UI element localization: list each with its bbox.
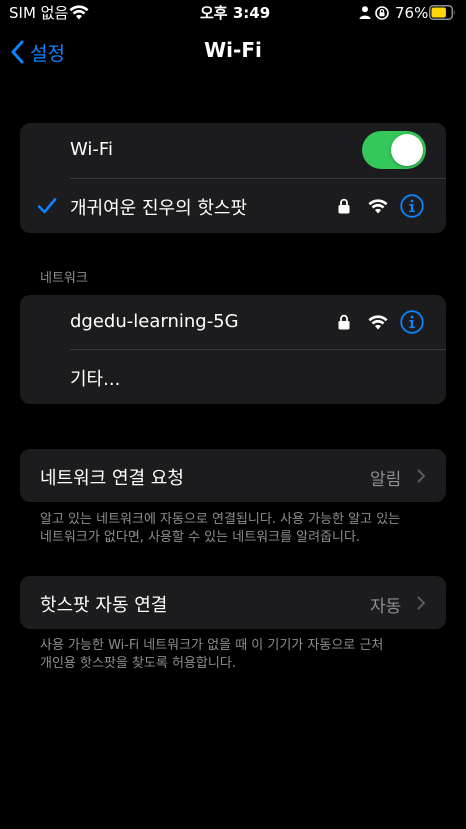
info-icon[interactable] — [400, 194, 424, 218]
orientation-lock-icon — [375, 6, 389, 20]
ask-to-join-group: 네트워크 연결 요청 알림 — [20, 449, 446, 502]
battery-percent: 76% — [395, 4, 429, 22]
auto-join-hotspot-label: 핫스팟 자동 연결 — [40, 595, 168, 616]
wifi-toggle-row: Wi-Fi — [20, 123, 446, 178]
wifi-status-icon — [69, 5, 89, 20]
auto-join-hotspot-row[interactable]: 핫스팟 자동 연결 자동 — [20, 576, 446, 629]
wifi-toggle[interactable] — [362, 131, 426, 169]
footer-line: 알고 있는 네트워크에 자동으로 연결됩니다. 사용 가능한 알고 있는 — [40, 512, 401, 527]
other-network-row[interactable]: 기타... — [20, 350, 446, 404]
ask-to-join-value: 알림 — [370, 470, 402, 490]
networks-header: 네트워크 — [40, 271, 88, 286]
lock-icon — [338, 314, 350, 330]
network-name: dgedu-learning-5G — [70, 311, 239, 332]
info-icon[interactable] — [400, 310, 424, 334]
lock-icon — [338, 198, 350, 214]
wifi-signal-icon — [368, 199, 388, 214]
ask-to-join-label: 네트워크 연결 요청 — [40, 468, 184, 489]
wifi-signal-icon — [368, 315, 388, 330]
wifi-group: Wi-Fi 개귀여운 진우의 핫스팟 — [20, 123, 446, 233]
ask-to-join-row[interactable]: 네트워크 연결 요청 알림 — [20, 449, 446, 502]
page-title: Wi-Fi — [204, 38, 262, 62]
checkmark-icon — [37, 198, 57, 214]
status-time: 오후 3:49 — [200, 4, 271, 22]
chevron-right-icon — [417, 469, 425, 483]
footer-line: 네트워크가 없다면, 사용할 수 있는 네트워크를 알려줍니다. — [40, 530, 361, 545]
ask-to-join-footer: 알고 있는 네트워크에 자동으로 연결됩니다. 사용 가능한 알고 있는 네트워… — [40, 511, 440, 547]
connected-network-name: 개귀여운 진우의 핫스팟 — [70, 198, 248, 219]
chevron-right-icon — [417, 596, 425, 610]
other-network-label: 기타... — [70, 369, 121, 390]
network-row[interactable]: dgedu-learning-5G — [20, 295, 446, 349]
auto-join-hotspot-value: 자동 — [370, 597, 402, 617]
connected-network-row[interactable]: 개귀여운 진우의 핫스팟 — [20, 179, 446, 233]
footer-line: 개인용 핫스팟을 찾도록 허용합니다. — [40, 656, 236, 671]
battery-icon — [429, 5, 455, 20]
footer-line: 사용 가능한 Wi-Fi 네트워크가 없을 때 이 기기가 자동으로 근처 — [40, 638, 384, 653]
auto-join-hotspot-group: 핫스팟 자동 연결 자동 — [20, 576, 446, 629]
wifi-toggle-label: Wi-Fi — [70, 139, 113, 160]
toggle-knob — [391, 134, 423, 166]
carrier-label: SIM 없음 — [9, 4, 69, 22]
networks-group: dgedu-learning-5G 기타... — [20, 295, 446, 404]
auto-join-hotspot-footer: 사용 가능한 Wi-Fi 네트워크가 없을 때 이 기기가 자동으로 근처 개인… — [40, 637, 440, 673]
person-icon — [359, 6, 371, 19]
